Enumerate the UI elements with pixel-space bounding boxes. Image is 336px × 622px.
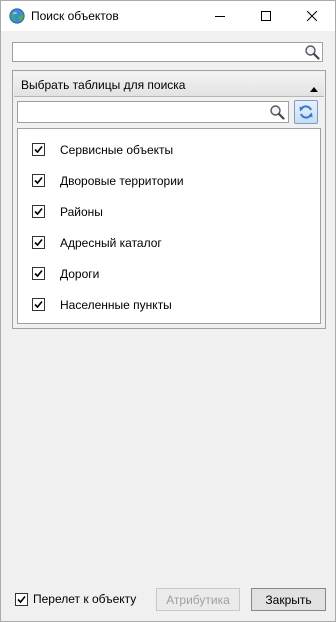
- list-item[interactable]: Дворовые территории: [18, 169, 318, 193]
- minimize-icon: [215, 16, 225, 17]
- list-item[interactable]: Сервисные объекты: [18, 138, 318, 162]
- title-bar[interactable]: Поиск объектов: [1, 1, 335, 31]
- object-search-field[interactable]: [12, 42, 323, 62]
- tables-panel: Выбрать таблицы для поиска Сервисные объ…: [12, 70, 326, 329]
- fly-to-object-label[interactable]: Перелет к объекту: [33, 592, 136, 606]
- maximize-icon: [261, 11, 271, 21]
- object-search-input[interactable]: [15, 44, 295, 60]
- checkbox[interactable]: [32, 205, 45, 218]
- close-window-button[interactable]: [289, 1, 335, 31]
- checkbox[interactable]: [32, 267, 45, 280]
- list-item[interactable]: Адресный каталог: [18, 231, 318, 255]
- checkbox[interactable]: [32, 236, 45, 249]
- close-icon: [307, 11, 317, 21]
- fly-to-object-checkbox[interactable]: [15, 593, 28, 606]
- list-item-label: Адресный каталог: [60, 236, 162, 250]
- list-item[interactable]: Населенные пункты: [18, 293, 318, 317]
- tables-list: Сервисные объекты Дворовые территории Ра…: [17, 128, 321, 324]
- search-objects-window: Поиск объектов Выбрать таблицы для поиск…: [0, 0, 336, 622]
- close-button[interactable]: Закрыть: [251, 588, 326, 611]
- search-icon[interactable]: [269, 104, 285, 120]
- table-filter-field[interactable]: [17, 101, 289, 123]
- search-icon[interactable]: [304, 44, 320, 60]
- window-title: Поиск объектов: [31, 9, 119, 23]
- list-item[interactable]: Дороги: [18, 262, 318, 286]
- attributes-button[interactable]: Атрибутика: [156, 588, 240, 611]
- minimize-button[interactable]: [197, 1, 243, 31]
- list-item-label: Дворовые территории: [60, 174, 184, 188]
- checkbox[interactable]: [32, 174, 45, 187]
- globe-icon: [9, 8, 25, 24]
- checkbox[interactable]: [32, 298, 45, 311]
- table-filter-input[interactable]: [20, 104, 260, 120]
- checkbox[interactable]: [32, 143, 45, 156]
- list-item-label: Населенные пункты: [60, 298, 172, 312]
- tables-panel-header[interactable]: Выбрать таблицы для поиска: [14, 72, 324, 97]
- list-item-label: Районы: [60, 205, 103, 219]
- maximize-button[interactable]: [243, 1, 289, 31]
- list-item[interactable]: Районы: [18, 200, 318, 224]
- list-item-label: Сервисные объекты: [60, 143, 174, 157]
- refresh-icon: [299, 105, 313, 119]
- tables-panel-title: Выбрать таблицы для поиска: [21, 78, 186, 92]
- refresh-tables-button[interactable]: [294, 100, 318, 124]
- triangle-up-icon[interactable]: [310, 81, 318, 95]
- list-item-label: Дороги: [60, 267, 100, 281]
